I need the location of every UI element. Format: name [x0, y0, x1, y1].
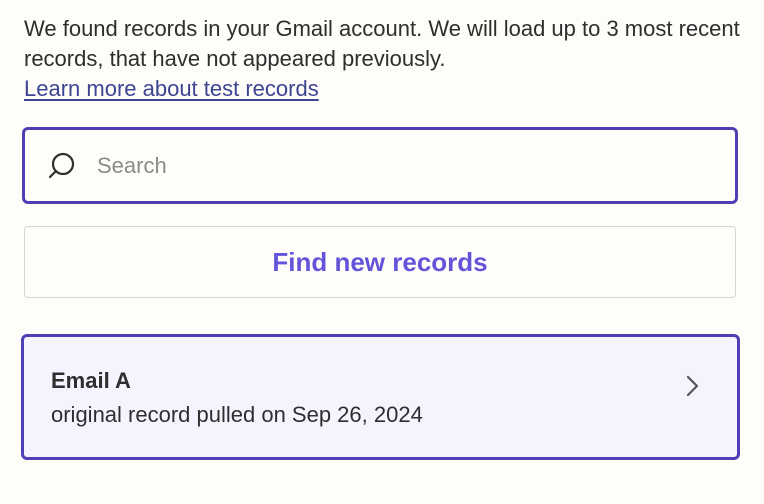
search-icon [43, 148, 79, 184]
intro-text: We found records in your Gmail account. … [24, 16, 740, 71]
intro-message: We found records in your Gmail account. … [24, 14, 740, 104]
record-title: Email A [51, 368, 131, 393]
search-input[interactable] [95, 144, 735, 187]
learn-more-link[interactable]: Learn more about test records [24, 76, 319, 101]
find-new-records-button[interactable]: Find new records [24, 226, 736, 298]
search-box[interactable] [22, 127, 738, 204]
record-subtitle: original record pulled on Sep 26, 2024 [51, 402, 423, 427]
chevron-right-icon [683, 373, 703, 399]
record-card-email-a[interactable]: Email A original record pulled on Sep 26… [21, 334, 740, 460]
